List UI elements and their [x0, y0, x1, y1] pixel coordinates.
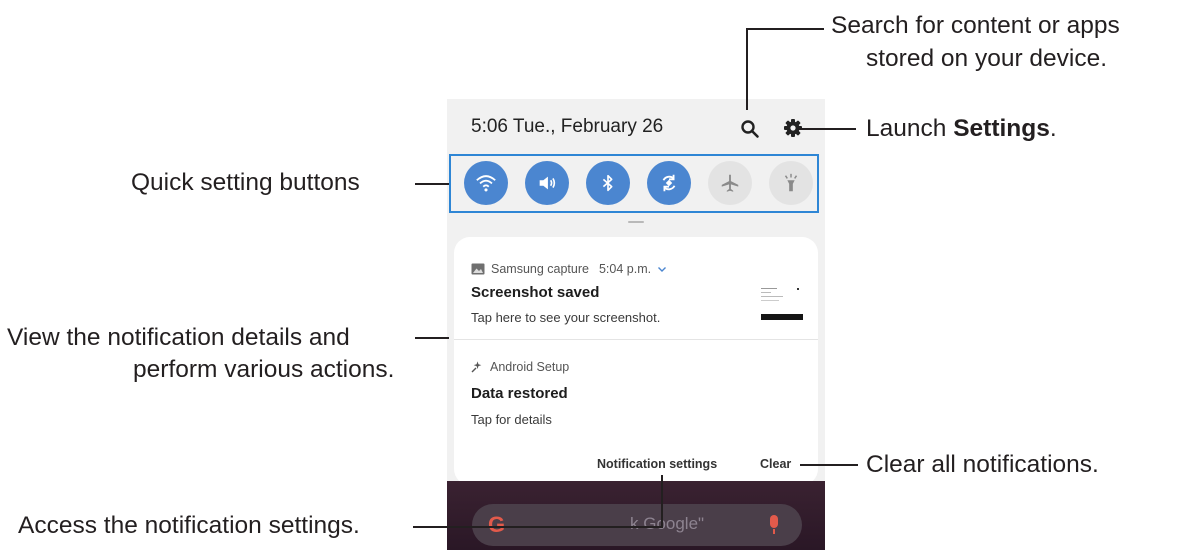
- callout-notification-details-line1: View the notification details and: [7, 324, 350, 351]
- callout-line-quick-settings: [415, 183, 449, 185]
- clear-button[interactable]: Clear: [760, 457, 791, 471]
- callout-line-notification-details: [415, 337, 449, 339]
- notification-title[interactable]: Screenshot saved: [471, 284, 599, 301]
- callout-notification-settings: Access the notification settings.: [18, 512, 360, 539]
- mic-icon[interactable]: [770, 515, 778, 534]
- notification-app-name: Samsung capture: [491, 262, 589, 276]
- screenshot-thumbnail[interactable]: [754, 281, 810, 327]
- screenshot-preview-image: [761, 288, 803, 320]
- callout-settings: Launch Settings.: [866, 112, 1057, 146]
- callout-line-search-horizontal: [746, 28, 824, 30]
- callout-line-clear: [800, 464, 858, 466]
- notification-header: Android Setup: [471, 360, 569, 374]
- callout-line-search-vertical: [746, 28, 748, 110]
- android-setup-icon: [471, 361, 482, 373]
- notification-title[interactable]: Data restored: [471, 385, 568, 402]
- notification-header: Samsung capture 5:04 p.m.: [471, 262, 667, 276]
- callout-line-notification-settings-vertical: [661, 475, 663, 528]
- notification-settings-button[interactable]: Notification settings: [597, 457, 717, 471]
- google-logo: G: [488, 512, 506, 537]
- callout-search-line1: Search for content or apps: [831, 12, 1120, 39]
- notification-card: Samsung capture 5:04 p.m. Screenshot sav…: [454, 237, 818, 485]
- notification-text[interactable]: Tap here to see your screenshot.: [471, 310, 660, 325]
- search-icon[interactable]: [740, 119, 760, 139]
- notification-time: 5:04 p.m.: [598, 262, 652, 276]
- chevron-down-icon[interactable]: [657, 266, 667, 273]
- callout-settings-suffix: .: [1049, 115, 1057, 142]
- google-search-hint: k Google": [630, 514, 705, 533]
- gallery-icon: [471, 263, 485, 275]
- notification-app-name: Android Setup: [490, 360, 570, 374]
- callout-settings-bold: Settings: [953, 115, 1050, 142]
- quick-settings-highlight: [449, 154, 819, 213]
- status-time-date: 5:06 Tue., February 26: [471, 116, 664, 137]
- callout-search-line2: stored on your device.: [866, 45, 1108, 72]
- google-search-bar[interactable]: G k Google": [472, 504, 802, 546]
- callout-clear-all: Clear all notifications.: [866, 451, 1099, 478]
- callout-line-settings: [798, 128, 856, 130]
- callout-line-notification-settings-horizontal: [413, 526, 663, 528]
- notification-text[interactable]: Tap for details: [471, 412, 552, 427]
- callout-settings-prefix: Launch: [866, 115, 954, 142]
- callout-quick-settings: Quick setting buttons: [131, 169, 360, 196]
- callout-notification-details-line2: perform various actions.: [133, 356, 395, 383]
- notification-divider: [454, 339, 818, 340]
- panel-drag-handle[interactable]: [628, 221, 644, 223]
